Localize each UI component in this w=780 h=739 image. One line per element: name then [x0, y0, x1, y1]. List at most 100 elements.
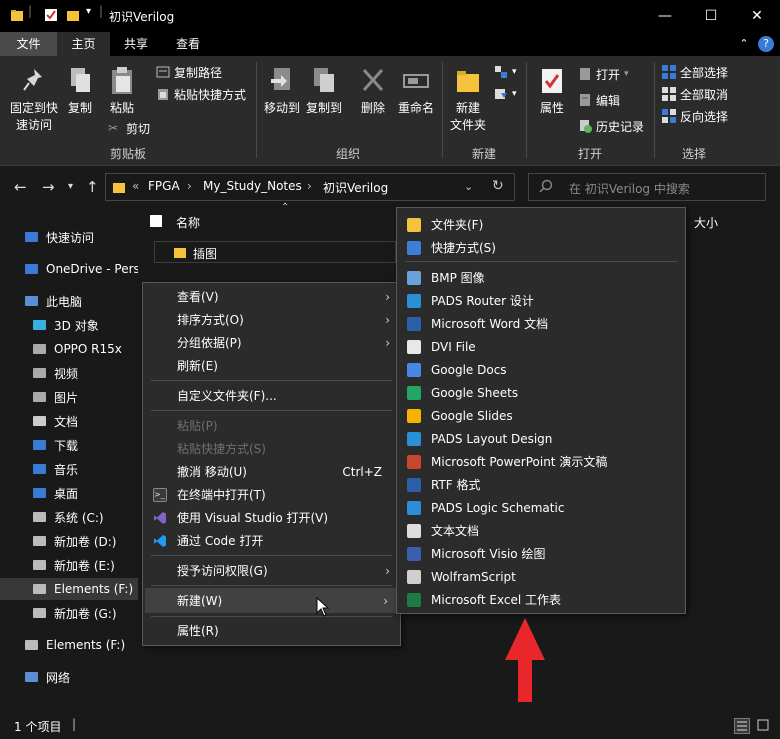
submenu-item-label: Google Docs	[431, 362, 507, 377]
nav-item[interactable]: 新加卷 (E:)	[0, 554, 138, 576]
overflow-chevron-icon[interactable]: «	[132, 179, 139, 193]
submenu-item[interactable]: RTF 格式	[397, 473, 685, 496]
column-header-size[interactable]: 大小	[694, 214, 718, 231]
select-all-button[interactable]: 全部选择	[662, 62, 728, 82]
select-none-button[interactable]: 全部取消	[662, 84, 728, 104]
submenu-item[interactable]: Microsoft Visio 绘图	[397, 542, 685, 565]
nav-item[interactable]: Elements (F:)	[0, 578, 138, 600]
tab-home[interactable]: 主页	[57, 32, 110, 56]
nav-item[interactable]: 新加卷 (D:)	[0, 530, 138, 552]
refresh-icon[interactable]: ↻	[492, 178, 504, 194]
submenu-item[interactable]: DVI File	[397, 335, 685, 358]
nav-item[interactable]: Elements (F:)	[0, 634, 138, 656]
menu-item-new[interactable]: 新建(W) ›	[145, 588, 398, 613]
nav-item[interactable]: 快速访问	[0, 226, 138, 248]
large-icons-view-icon[interactable]	[756, 718, 772, 734]
menu-item-visual-studio[interactable]: 使用 Visual Studio 打开(V)	[143, 506, 400, 529]
recent-locations-chevron-icon[interactable]: ▾	[68, 181, 73, 192]
help-icon[interactable]: ?	[758, 36, 774, 52]
back-arrow-icon[interactable]: ←	[14, 178, 27, 196]
menu-item-group[interactable]: 分组依据(P) ›	[143, 331, 400, 354]
copy-to-button[interactable]: 复制到	[304, 66, 344, 117]
pin-quick-access-button[interactable]: 固定到快速访问	[6, 66, 62, 134]
new-folder-button[interactable]: 新建 文件夹	[446, 66, 490, 134]
search-box[interactable]: 在 初识Verilog 中搜索	[528, 173, 766, 201]
nav-item[interactable]: 桌面	[0, 482, 138, 504]
new-folder-quick-icon[interactable]	[66, 8, 80, 22]
move-to-button[interactable]: 移动到	[262, 66, 302, 117]
submenu-item[interactable]: Google Docs	[397, 358, 685, 381]
copy-button[interactable]: 复制	[64, 66, 96, 117]
tab-file[interactable]: 文件	[0, 32, 57, 56]
nav-item[interactable]: 文档	[0, 410, 138, 432]
menu-item-undo[interactable]: 撤消 移动(U) Ctrl+Z	[143, 460, 400, 483]
nav-item[interactable]: 3D 对象	[0, 314, 138, 336]
nav-item[interactable]: 视频	[0, 362, 138, 384]
submenu-item[interactable]: 文件夹(F)	[397, 213, 685, 236]
breadcrumb-item[interactable]: 初识Verilog	[323, 179, 388, 196]
breadcrumb-item[interactable]: My_Study_Notes	[203, 179, 302, 193]
up-arrow-icon[interactable]: ↑	[86, 178, 99, 196]
submenu-item[interactable]: PADS Layout Design	[397, 427, 685, 450]
invert-selection-button[interactable]: 反向选择	[662, 106, 728, 126]
menu-item-terminal[interactable]: >_ 在终端中打开(T)	[143, 483, 400, 506]
search-icon	[539, 179, 553, 196]
submenu-item[interactable]: Microsoft Word 文档	[397, 312, 685, 335]
breadcrumb-item[interactable]: FPGA	[148, 179, 180, 193]
properties-quick-icon[interactable]	[44, 8, 58, 22]
maximize-button[interactable]: ☐	[688, 0, 734, 32]
menu-item-give-access[interactable]: 授予访问权限(G) ›	[143, 559, 400, 582]
tab-view[interactable]: 查看	[162, 32, 214, 56]
open-button[interactable]: 打开 ▾	[578, 64, 629, 84]
delete-button[interactable]: 删除	[356, 66, 390, 117]
quick-access-dropdown-icon[interactable]: ▾	[86, 6, 100, 20]
collapse-ribbon-icon[interactable]: ⌃	[736, 32, 752, 56]
menu-item-view[interactable]: 查看(V) ›	[143, 285, 400, 308]
submenu-item[interactable]: Microsoft PowerPoint 演示文稿	[397, 450, 685, 473]
minimize-button[interactable]: —	[642, 0, 688, 32]
nav-item[interactable]: OPPO R15x	[0, 338, 138, 360]
file-row[interactable]: 插图	[154, 241, 396, 263]
cut-button[interactable]: ✂ 剪切	[108, 118, 150, 138]
submenu-item[interactable]: WolframScript	[397, 565, 685, 588]
submenu-item[interactable]: PADS Router 设计	[397, 289, 685, 312]
submenu-item[interactable]: BMP 图像	[397, 266, 685, 289]
submenu-item[interactable]: 快捷方式(S)	[397, 236, 685, 259]
submenu-item[interactable]: Google Sheets	[397, 381, 685, 404]
menu-item-sort[interactable]: 排序方式(O) ›	[143, 308, 400, 331]
menu-item-vscode[interactable]: 通过 Code 打开	[143, 529, 400, 552]
nav-item[interactable]: OneDrive - Pers	[0, 258, 138, 280]
copy-to-label: 复制到	[305, 101, 342, 115]
select-all-checkbox[interactable]	[150, 215, 162, 227]
tab-share[interactable]: 共享	[110, 32, 162, 56]
submenu-item[interactable]: Microsoft Excel 工作表	[397, 588, 685, 611]
nav-item[interactable]: 网络	[0, 666, 138, 688]
submenu-item[interactable]: 文本文档	[397, 519, 685, 542]
menu-item-customize[interactable]: 自定义文件夹(F)...	[143, 384, 400, 407]
menu-item-properties[interactable]: 属性(R)	[143, 619, 400, 642]
address-bar[interactable]: « FPGA › My_Study_Notes › 初识Verilog ⌄ ↻	[105, 173, 515, 201]
rename-button[interactable]: 重命名	[396, 66, 436, 117]
column-header-name[interactable]: 名称	[176, 214, 200, 231]
submenu-item[interactable]: Google Slides	[397, 404, 685, 427]
properties-button[interactable]: 属性	[532, 66, 572, 117]
copy-path-button[interactable]: 复制路径	[156, 62, 222, 82]
menu-item-refresh[interactable]: 刷新(E)	[143, 354, 400, 377]
nav-item[interactable]: 此电脑	[0, 290, 138, 312]
easy-access-button[interactable]: ▾	[494, 84, 517, 104]
address-dropdown-icon[interactable]: ⌄	[464, 180, 473, 193]
edit-button[interactable]: 编辑	[578, 90, 620, 110]
submenu-item[interactable]: PADS Logic Schematic	[397, 496, 685, 519]
new-item-button[interactable]: ▾	[494, 62, 517, 82]
nav-item[interactable]: 下载	[0, 434, 138, 456]
paste-button[interactable]: 粘贴	[104, 66, 140, 117]
history-button[interactable]: 历史记录	[578, 116, 644, 136]
nav-item[interactable]: 系统 (C:)	[0, 506, 138, 528]
forward-arrow-icon[interactable]: →	[42, 178, 55, 196]
nav-item[interactable]: 新加卷 (G:)	[0, 602, 138, 624]
nav-item[interactable]: 音乐	[0, 458, 138, 480]
close-button[interactable]: ✕	[734, 0, 780, 32]
nav-item[interactable]: 图片	[0, 386, 138, 408]
details-view-icon[interactable]	[734, 718, 750, 734]
paste-shortcut-button[interactable]: 粘贴快捷方式	[156, 84, 246, 104]
